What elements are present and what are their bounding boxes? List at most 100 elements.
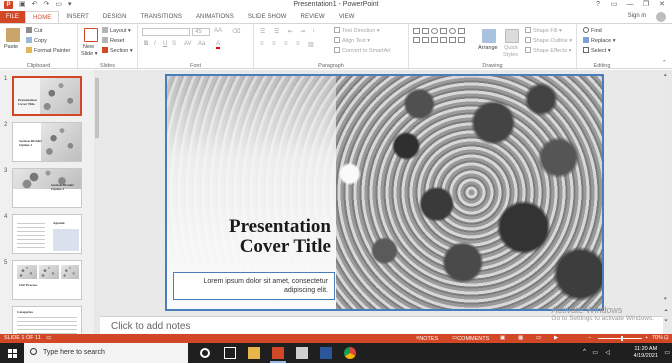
format-painter-button[interactable]: Format Painter xyxy=(26,47,70,55)
shape-circle-icon[interactable] xyxy=(449,28,456,34)
change-case-button[interactable]: Aa xyxy=(198,41,205,47)
shape-brace-icon[interactable] xyxy=(449,37,456,43)
new-slide-button-line2[interactable]: Slide ▾ xyxy=(81,51,98,58)
shape-textbox-icon[interactable] xyxy=(422,28,429,34)
maximize-button[interactable]: ❐ xyxy=(638,0,654,10)
show-hidden-icons-icon[interactable]: ^ xyxy=(583,349,586,355)
arrange-icon[interactable] xyxy=(482,29,496,43)
convert-smartart-button[interactable]: Convert to SmartArt xyxy=(334,47,391,55)
network-icon[interactable]: ▭ xyxy=(592,349,598,356)
current-slide[interactable]: Presentation Cover Title Lorem ipsum dol… xyxy=(165,74,604,311)
slide-thumbnail[interactable]: Categories xyxy=(12,306,82,334)
slide-thumbnail[interactable]: Our Process xyxy=(12,260,82,300)
reading-view-icon[interactable]: ▭ xyxy=(536,335,541,341)
align-left-icon[interactable]: ≡ xyxy=(260,41,264,47)
proofing-icon[interactable]: ▭ xyxy=(46,335,51,341)
taskbar-clock[interactable]: 11:20 AM 4/19/2021 xyxy=(634,346,658,360)
font-color-button[interactable]: A xyxy=(216,41,221,49)
slide-title[interactable]: Presentation Cover Title xyxy=(185,217,331,257)
shape-more-icon[interactable] xyxy=(458,37,465,43)
justify-icon[interactable]: ≡ xyxy=(296,41,300,47)
copy-button[interactable]: Copy xyxy=(26,37,47,45)
scrollbar-thumb[interactable] xyxy=(95,78,99,138)
slide-show-icon[interactable]: ▶ xyxy=(554,335,558,341)
clear-formatting-button[interactable]: ⌫ xyxy=(232,28,240,35)
taskbar-search[interactable]: Type here to search xyxy=(24,343,188,363)
sign-in-link[interactable]: Sign in xyxy=(628,13,646,19)
slide-scrollbar[interactable]: ▴ ▾ ⏶ ⏷ xyxy=(663,70,672,334)
shape-arrow-icon[interactable] xyxy=(422,37,429,43)
slide-sorter-icon[interactable]: ▦ xyxy=(518,335,523,341)
shape-outline-button[interactable]: Shape Outline ▾ xyxy=(525,37,572,45)
notes-button[interactable]: ≡ NOTES xyxy=(416,335,438,342)
close-button[interactable]: ✕ xyxy=(654,0,670,10)
tab-home[interactable]: HOME xyxy=(25,11,60,23)
increase-indent-icon[interactable]: ⇥ xyxy=(300,28,305,35)
next-slide-icon[interactable]: ⏷ xyxy=(664,318,668,324)
tab-file[interactable]: FILE xyxy=(0,11,25,23)
quick-styles-button[interactable]: Quick xyxy=(504,45,518,52)
comments-button[interactable]: ▭ COMMENTS xyxy=(452,335,489,342)
shape-line-icon[interactable] xyxy=(413,37,420,43)
align-text-button[interactable]: Align Text ▾ xyxy=(334,37,370,45)
notifications-icon[interactable]: ▭ xyxy=(664,349,670,356)
shape-bracket-icon[interactable] xyxy=(431,37,438,43)
previous-slide-icon[interactable]: ⏶ xyxy=(664,308,668,314)
new-slide-button[interactable]: New xyxy=(83,44,94,51)
shape-square-icon[interactable] xyxy=(440,28,447,34)
zoom-slider-knob[interactable] xyxy=(621,336,624,341)
word-icon[interactable] xyxy=(320,347,332,359)
chrome-icon[interactable] xyxy=(344,347,356,359)
store-icon[interactable] xyxy=(296,347,308,359)
find-button[interactable]: Find xyxy=(583,27,602,35)
paste-icon[interactable] xyxy=(6,28,20,42)
task-view-icon[interactable] xyxy=(224,347,236,359)
tab-transitions[interactable]: TRANSITIONS xyxy=(134,11,189,23)
slide-thumbnail-pane[interactable]: 1 Presentation Cover Title 2 Section Div… xyxy=(0,70,94,334)
shape-effects-button[interactable]: Shape Effects ▾ xyxy=(525,47,571,55)
cut-button[interactable]: Cut xyxy=(26,27,43,35)
select-button[interactable]: Select ▾ xyxy=(583,47,611,55)
layout-button[interactable]: Layout ▾ xyxy=(102,27,131,35)
align-right-icon[interactable]: ≡ xyxy=(284,41,288,47)
zoom-slider[interactable] xyxy=(598,338,642,339)
text-direction-button[interactable]: Text Direction ▾ xyxy=(334,27,380,35)
file-explorer-icon[interactable] xyxy=(248,347,260,359)
quick-styles-icon[interactable] xyxy=(505,29,519,43)
replace-button[interactable]: Replace ▾ xyxy=(583,37,615,45)
underline-button[interactable]: U xyxy=(163,41,167,47)
slide-thumbnail[interactable]: Section Divider Option 2 xyxy=(12,168,82,208)
decrease-indent-icon[interactable]: ⇤ xyxy=(288,28,293,35)
zoom-in-button[interactable]: + xyxy=(645,335,648,341)
powerpoint-taskbar-icon[interactable] xyxy=(270,347,286,363)
font-size-input[interactable]: 45 xyxy=(192,28,210,36)
grow-font-button[interactable]: AA xyxy=(214,28,222,34)
new-slide-icon[interactable] xyxy=(84,28,98,42)
collapse-ribbon-icon[interactable]: ⌃ xyxy=(662,60,667,67)
numbering-icon[interactable]: ☰ xyxy=(274,28,279,35)
scroll-down-icon[interactable]: ▾ xyxy=(664,296,667,302)
arrange-button[interactable]: Arrange xyxy=(478,45,498,52)
reset-button[interactable]: Reset xyxy=(102,37,124,45)
start-button[interactable] xyxy=(0,343,24,363)
slide-thumbnail[interactable]: Presentation Cover Title xyxy=(12,76,82,116)
bold-button[interactable]: B xyxy=(144,41,148,47)
quick-styles-button-line2[interactable]: Styles xyxy=(503,52,518,59)
cortana-icon[interactable] xyxy=(200,348,210,358)
tab-animations[interactable]: ANIMATIONS xyxy=(189,11,241,23)
line-spacing-icon[interactable]: ↕ xyxy=(312,28,315,34)
minimize-button[interactable]: — xyxy=(622,0,638,10)
shape-oval-icon[interactable] xyxy=(431,28,438,34)
fit-slide-icon[interactable]: ⊡ xyxy=(664,335,669,341)
font-name-input[interactable] xyxy=(142,28,190,36)
shape-fill-button[interactable]: Shape Fill ▾ xyxy=(525,27,562,35)
shape-triangle-icon[interactable] xyxy=(458,28,465,34)
tab-insert[interactable]: INSERT xyxy=(59,11,96,23)
align-center-icon[interactable]: ≡ xyxy=(272,41,276,47)
shape-rectangle-icon[interactable] xyxy=(413,28,420,34)
zoom-level[interactable]: 70% xyxy=(652,335,663,341)
ribbon-display-options-icon[interactable]: ▭ xyxy=(606,0,622,10)
italic-button[interactable]: I xyxy=(154,41,156,47)
scroll-up-icon[interactable]: ▴ xyxy=(664,72,667,78)
avatar[interactable] xyxy=(656,12,666,22)
